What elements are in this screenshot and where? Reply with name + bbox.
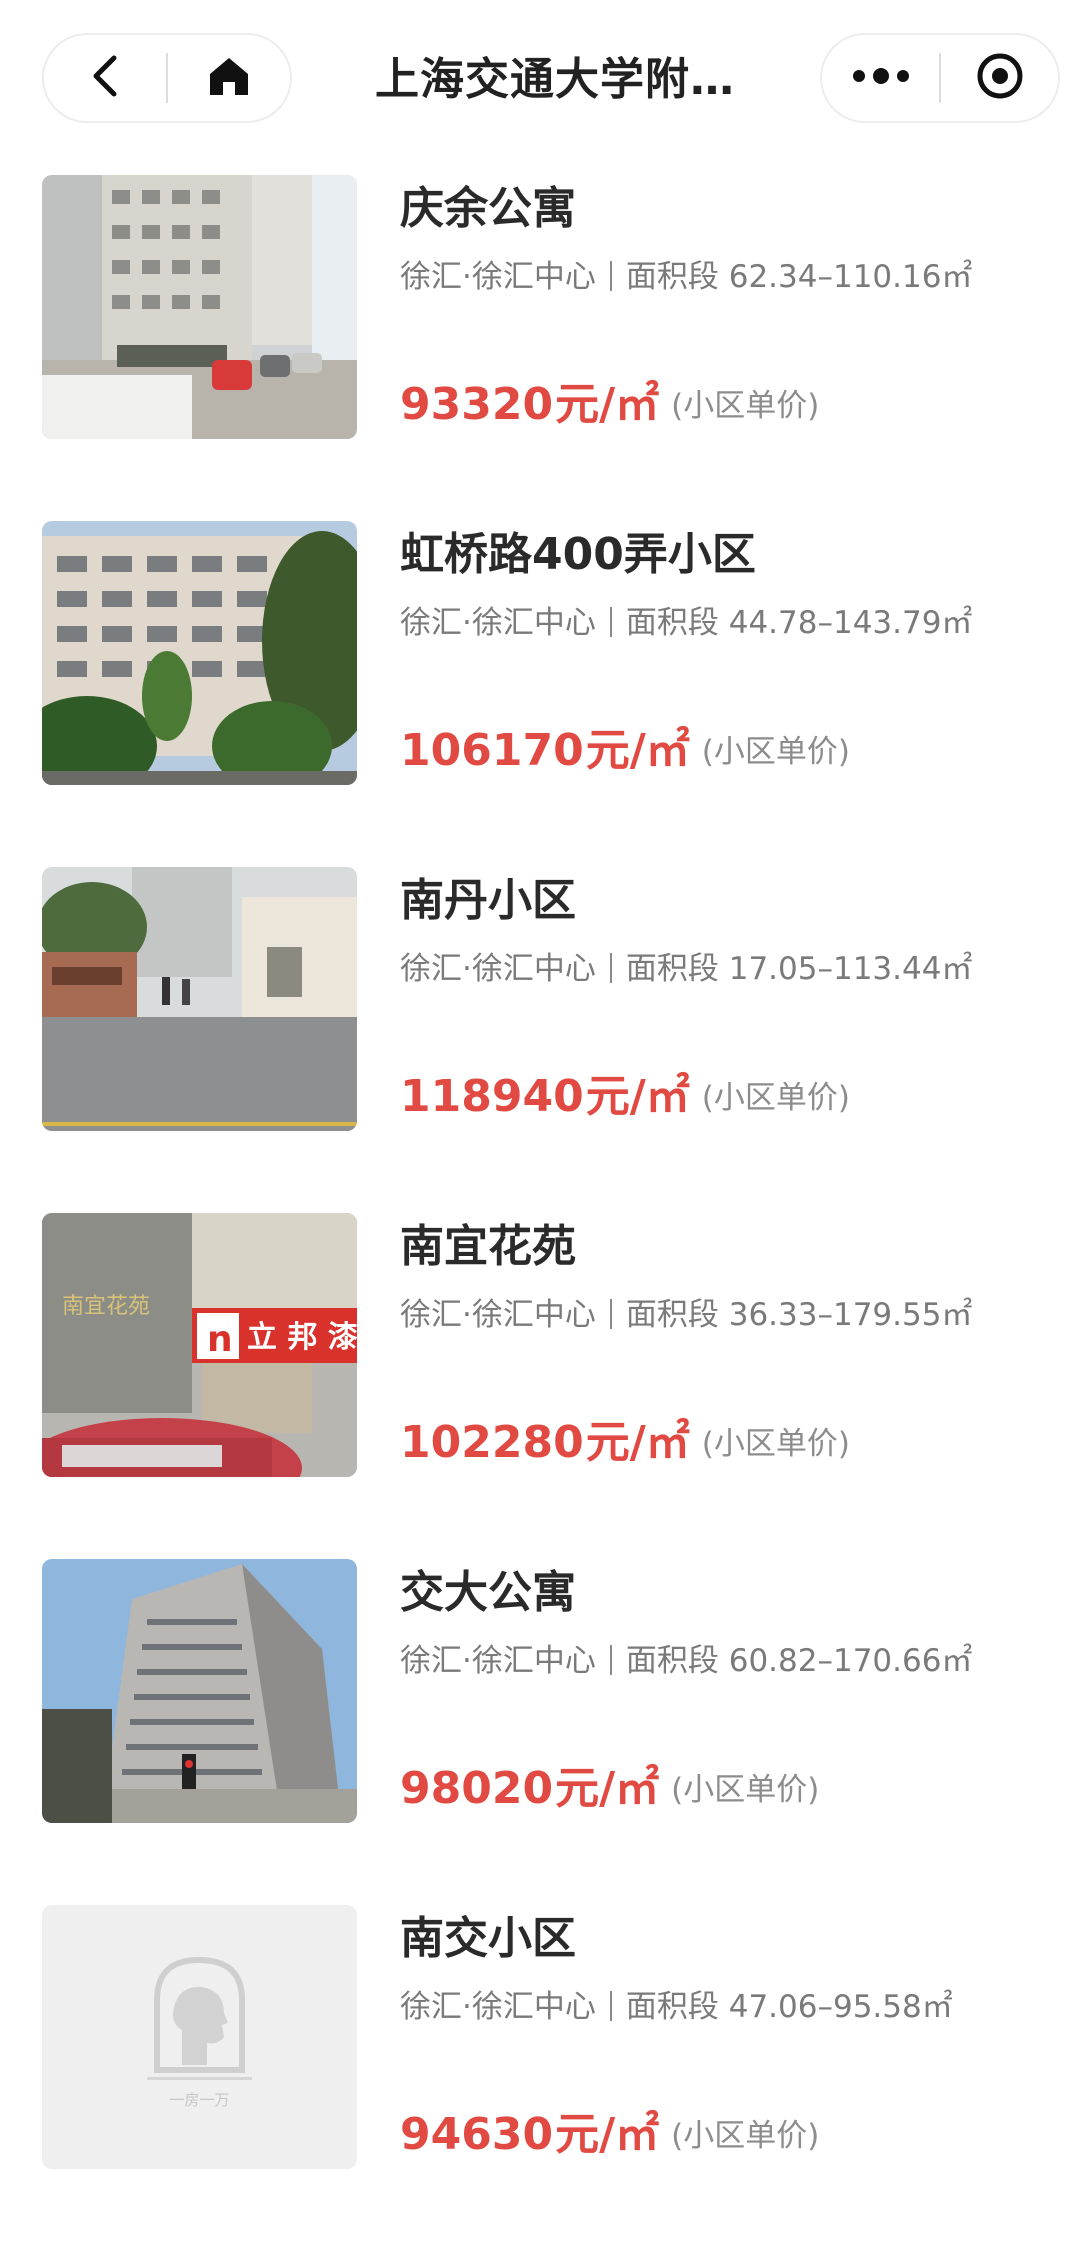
listing-name: 虹桥路400弄小区 [400,529,756,580]
target-close-icon [976,52,1024,104]
listing-price-note: (小区单价) [701,734,850,770]
listing-area-range: 62.34–110.16㎡ [728,259,973,295]
photo-gate-text: 南宜花苑 [62,1294,150,1319]
listing-photo-placeholder: 一房一万 [42,1905,357,2169]
listing-price-row: 106170元/㎡ (小区单价) [400,721,850,790]
listing-price: 93320 [400,379,554,430]
listing-info: 交大公寓 徐汇·徐汇中心 面积段 60.82–170.66㎡ 98020元/㎡ (小… [400,1559,1040,1823]
back-button[interactable] [44,35,166,121]
listing-price-row: 102280元/㎡ (小区单价) [400,1413,850,1482]
listing-photo [42,175,357,439]
listing-area-range: 47.06–95.58㎡ [728,1989,953,2025]
nav-bar: 上海交通大学附… [0,0,1080,158]
listing-price-note: (小区单价) [671,1772,820,1808]
listing-item[interactable]: n 立 邦 漆 南宜花苑 南宜花苑 徐汇·徐汇中心 面积段 36.33–179.5… [0,1213,1080,1559]
listing-name: 南交小区 [400,1913,576,1964]
listing-area-label: 面积段 [625,1643,719,1679]
listing-area-range: 17.05–113.44㎡ [728,951,973,987]
listing-info: 庆余公寓 徐汇·徐汇中心 面积段 62.34–110.16㎡ 93320元/㎡ (小… [400,175,1040,439]
listing-item[interactable]: 交大公寓 徐汇·徐汇中心 面积段 60.82–170.66㎡ 98020元/㎡ (小… [0,1559,1080,1905]
listing-price: 118940 [400,1071,584,1122]
meta-divider [609,607,612,637]
nav-capsule-right [820,33,1060,123]
listing-area-label: 面积段 [625,1297,719,1333]
nav-capsule-left [42,33,292,123]
listing-location: 徐汇·徐汇中心 [400,1643,596,1679]
listing-item[interactable]: 庆余公寓 徐汇·徐汇中心 面积段 62.34–110.16㎡ 93320元/㎡ (小… [0,175,1080,521]
photo-sign-logo: n [207,1319,233,1360]
listing-area-range: 36.33–179.55㎡ [728,1297,973,1333]
listing-price-note: (小区单价) [701,1426,850,1462]
back-chevron-icon [90,54,120,102]
listing-item[interactable]: 一房一万 南交小区 徐汇·徐汇中心 面积段 47.06–95.58㎡ 94630元… [0,1905,1080,2251]
listing-meta: 徐汇·徐汇中心 面积段 60.82–170.66㎡ [400,1639,972,1683]
listing-location: 徐汇·徐汇中心 [400,1297,596,1333]
listing-location: 徐汇·徐汇中心 [400,951,596,987]
listing-meta: 徐汇·徐汇中心 面积段 47.06–95.58㎡ [400,1985,953,2029]
listing-location: 徐汇·徐汇中心 [400,605,596,641]
listing-area-label: 面积段 [625,951,719,987]
placeholder-caption: 一房一万 [169,2091,229,2109]
close-miniprogram-button[interactable] [941,35,1058,121]
listing-item[interactable]: 南丹小区 徐汇·徐汇中心 面积段 17.05–113.44㎡ 118940元/㎡ (… [0,867,1080,1213]
home-icon [207,55,251,101]
listing-price-note: (小区单价) [701,1080,850,1116]
meta-divider [609,1299,612,1329]
listing-name: 交大公寓 [400,1567,576,1618]
listing-list: 庆余公寓 徐汇·徐汇中心 面积段 62.34–110.16㎡ 93320元/㎡ (小… [0,175,1080,2251]
listing-price: 106170 [400,725,584,776]
listing-info: 南丹小区 徐汇·徐汇中心 面积段 17.05–113.44㎡ 118940元/㎡ (… [400,867,1040,1131]
more-button[interactable] [822,35,939,121]
listing-price-unit: 元/㎡ [555,2109,660,2160]
photo-sign-text: 立 邦 漆 [247,1320,357,1355]
listing-price-row: 98020元/㎡ (小区单价) [400,1759,819,1828]
meta-divider [609,1991,612,2021]
meta-divider [609,261,612,291]
listing-area-label: 面积段 [625,605,719,641]
listing-price-unit: 元/㎡ [585,725,690,776]
listing-meta: 徐汇·徐汇中心 面积段 62.34–110.16㎡ [400,255,972,299]
listing-area-label: 面积段 [625,1989,719,2025]
listing-price-note: (小区单价) [671,2118,820,2154]
listing-meta: 徐汇·徐汇中心 面积段 36.33–179.55㎡ [400,1293,972,1337]
meta-divider [609,953,612,983]
placeholder-logo-icon: 一房一万 [147,1956,252,2109]
more-dots-icon [851,68,911,88]
listing-name: 南宜花苑 [400,1221,576,1272]
listing-price-row: 93320元/㎡ (小区单价) [400,375,819,444]
listing-price-note: (小区单价) [671,388,820,424]
listing-price: 94630 [400,2109,554,2160]
listing-photo [42,867,357,1131]
listing-area-range: 60.82–170.66㎡ [728,1643,973,1679]
listing-name: 庆余公寓 [400,183,576,234]
listing-item[interactable]: 虹桥路400弄小区 徐汇·徐汇中心 面积段 44.78–143.79㎡ 10617… [0,521,1080,867]
listing-photo [42,1559,357,1823]
listing-price-row: 118940元/㎡ (小区单价) [400,1067,850,1136]
listing-location: 徐汇·徐汇中心 [400,1989,596,2025]
listing-price-unit: 元/㎡ [555,1763,660,1814]
page-title: 上海交通大学附… [375,54,735,105]
home-button[interactable] [168,35,290,121]
listing-info: 南宜花苑 徐汇·徐汇中心 面积段 36.33–179.55㎡ 102280元/㎡ (… [400,1213,1040,1477]
listing-price-unit: 元/㎡ [585,1417,690,1468]
listing-info: 虹桥路400弄小区 徐汇·徐汇中心 面积段 44.78–143.79㎡ 10617… [400,521,1040,785]
listing-price-unit: 元/㎡ [585,1071,690,1122]
listing-price-unit: 元/㎡ [555,379,660,430]
listing-area-range: 44.78–143.79㎡ [728,605,973,641]
listing-info: 南交小区 徐汇·徐汇中心 面积段 47.06–95.58㎡ 94630元/㎡ (小区… [400,1905,1040,2169]
listing-area-label: 面积段 [625,259,719,295]
listing-meta: 徐汇·徐汇中心 面积段 17.05–113.44㎡ [400,947,972,991]
listing-photo: n 立 邦 漆 南宜花苑 [42,1213,357,1477]
listing-meta: 徐汇·徐汇中心 面积段 44.78–143.79㎡ [400,601,972,645]
listing-price-row: 94630元/㎡ (小区单价) [400,2105,819,2174]
meta-divider [609,1645,612,1675]
listing-price: 98020 [400,1763,554,1814]
listing-photo [42,521,357,785]
listing-location: 徐汇·徐汇中心 [400,259,596,295]
listing-name: 南丹小区 [400,875,576,926]
listing-price: 102280 [400,1417,584,1468]
